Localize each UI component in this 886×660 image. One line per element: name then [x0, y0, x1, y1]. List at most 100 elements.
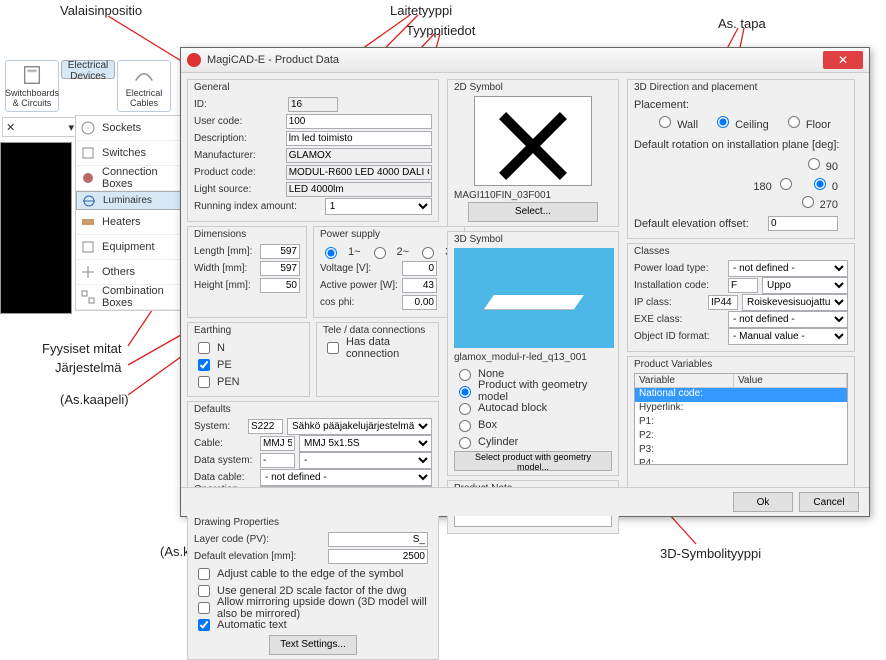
radio-3d-acad[interactable]: [459, 403, 471, 415]
table-row: P4:: [635, 458, 847, 465]
radio-1phase[interactable]: [325, 247, 337, 259]
table-row: Hyperlink:: [635, 402, 847, 416]
field-cable-code[interactable]: [260, 436, 295, 451]
field-length[interactable]: [260, 244, 300, 259]
chk-hasdata[interactable]: [327, 342, 339, 354]
dialog-title: MagiCAD-E - Product Data: [207, 54, 339, 66]
group-general: General ID: User code: Description: Manu…: [187, 79, 439, 222]
btn-ok[interactable]: Ok: [733, 492, 793, 512]
ribbon: Switchboards & Circuits Electrical Devic…: [5, 60, 171, 112]
group-3d-symbol: 3D Symbol glamox_modul-r-led_q13_001 Non…: [447, 231, 619, 476]
preview-canvas: [0, 142, 72, 314]
chk-2d-scale[interactable]: [198, 585, 210, 597]
radio-rot180[interactable]: [780, 178, 792, 190]
dropdown-category[interactable]: ✕▾: [2, 117, 78, 137]
radio-wall[interactable]: [659, 116, 671, 128]
field-running-index[interactable]: 1: [325, 198, 432, 215]
radio-2phase[interactable]: [374, 247, 386, 259]
group-power: Power supply 1~2~3~ Voltage [V]: Active …: [313, 226, 465, 318]
field-voltage[interactable]: [402, 261, 437, 276]
field-active-power[interactable]: [402, 278, 437, 293]
chk-adjust-cable[interactable]: [198, 568, 210, 580]
side-switches[interactable]: Switches: [76, 141, 181, 166]
btn-electrical-cables[interactable]: Electrical Cables: [117, 60, 171, 112]
side-luminaires[interactable]: Luminaires: [76, 191, 181, 210]
side-equipment[interactable]: Equipment: [76, 235, 181, 260]
radio-ceiling[interactable]: [717, 116, 729, 128]
field-objectid-format[interactable]: - Manual value -: [728, 328, 848, 345]
chk-n[interactable]: [198, 342, 210, 354]
field-usercode[interactable]: [286, 114, 432, 129]
field-system[interactable]: Sähkö pääjakelujärjestelmä: [287, 418, 432, 435]
field-lightsource: [286, 182, 432, 197]
field-datacable[interactable]: - not defined -: [260, 469, 432, 486]
table-product-variables[interactable]: VariableValue National code: Hyperlink: …: [634, 373, 848, 465]
table-row: National code:: [635, 388, 847, 402]
radio-3d-cyl[interactable]: [459, 437, 471, 449]
radio-3d-box[interactable]: [459, 420, 471, 432]
ann-jarjestelma: Järjestelmä: [55, 360, 121, 375]
field-default-elevation[interactable]: [328, 549, 428, 564]
radio-3phase[interactable]: [422, 247, 434, 259]
btn-select-2d[interactable]: Select...: [468, 202, 598, 222]
chevron-down-icon: ▾: [68, 121, 74, 134]
device-type-list: Sockets Switches Connection Boxes Lumina…: [75, 115, 182, 311]
ann-astapa: As. tapa: [718, 16, 766, 31]
btn-electrical-devices[interactable]: Electrical Devices: [61, 60, 115, 79]
side-others[interactable]: Others: [76, 260, 181, 285]
ann-fyysiset: Fyysiset mitat: [42, 341, 121, 356]
field-layer[interactable]: [328, 532, 428, 547]
side-combination-boxes[interactable]: Combination Boxes: [76, 285, 181, 310]
field-exe-class[interactable]: - not defined -: [728, 311, 848, 328]
ann-valaisinpositio: Valaisinpositio: [60, 3, 142, 18]
btn-switchboards[interactable]: Switchboards & Circuits: [5, 60, 59, 112]
field-manufacturer: [286, 148, 432, 163]
group-drawing: Drawing Properties Layer code (PV): Defa…: [187, 514, 439, 660]
chk-mirror[interactable]: [198, 602, 210, 614]
table-row: P2:: [635, 430, 847, 444]
btn-select-3d[interactable]: Select product with geometry model...: [454, 451, 612, 471]
ann-askaapeli: (As.kaapeli): [60, 392, 129, 407]
field-description[interactable]: [286, 131, 432, 146]
radio-3d-product[interactable]: [459, 386, 471, 398]
field-id: [288, 97, 338, 112]
field-system-code[interactable]: [248, 419, 283, 434]
preview-2d: [474, 96, 592, 186]
chk-autotext[interactable]: [198, 619, 210, 631]
chk-pe[interactable]: [198, 359, 210, 371]
field-cosphi[interactable]: [402, 295, 437, 310]
product-data-dialog: MagiCAD-E - Product Data ✕ General ID: U…: [180, 47, 870, 517]
group-2d-symbol: 2D Symbol MAGI110FIN_03F001 Select...: [447, 79, 619, 227]
radio-rot90[interactable]: [808, 158, 820, 170]
field-elev-offset[interactable]: [768, 216, 838, 231]
field-inst-code[interactable]: [728, 278, 758, 293]
chk-pen[interactable]: [198, 376, 210, 388]
field-inst-name[interactable]: Uppo: [762, 277, 848, 294]
group-classes: Classes Power load type:- not defined - …: [627, 243, 855, 352]
field-datasys-code[interactable]: [260, 453, 295, 468]
group-dimensions: Dimensions Length [mm]: Width [mm]: Heig…: [187, 226, 307, 318]
titlebar: MagiCAD-E - Product Data ✕: [181, 48, 869, 73]
radio-3d-none[interactable]: [459, 369, 471, 381]
close-button[interactable]: ✕: [823, 51, 863, 69]
ann-tyyppitiedot: Tyyppitiedot: [406, 23, 475, 38]
field-width[interactable]: [260, 261, 300, 276]
side-heaters[interactable]: Heaters: [76, 210, 181, 235]
radio-rot270[interactable]: [802, 196, 814, 208]
radio-floor[interactable]: [788, 116, 800, 128]
field-ip-code[interactable]: [708, 295, 738, 310]
radio-rot0[interactable]: [814, 178, 826, 190]
side-sockets[interactable]: Sockets: [76, 116, 181, 141]
field-ip-name[interactable]: Roiskevesisuojattu: [742, 294, 848, 311]
field-height[interactable]: [260, 278, 300, 293]
field-cable[interactable]: MMJ 5x1.5S: [299, 435, 432, 452]
field-datasystem[interactable]: -: [299, 452, 432, 469]
label-3d-name: glamox_modul-r-led_q13_001: [454, 350, 612, 365]
field-productcode: [286, 165, 432, 180]
btn-cancel[interactable]: Cancel: [799, 492, 859, 512]
side-connection-boxes[interactable]: Connection Boxes: [76, 166, 181, 191]
field-power-load-type[interactable]: - not defined -: [728, 260, 848, 277]
btn-text-settings[interactable]: Text Settings...: [269, 635, 357, 655]
group-placement: 3D Direction and placement Placement: Wa…: [627, 79, 855, 239]
dialog-footer: Ok Cancel: [181, 487, 869, 516]
